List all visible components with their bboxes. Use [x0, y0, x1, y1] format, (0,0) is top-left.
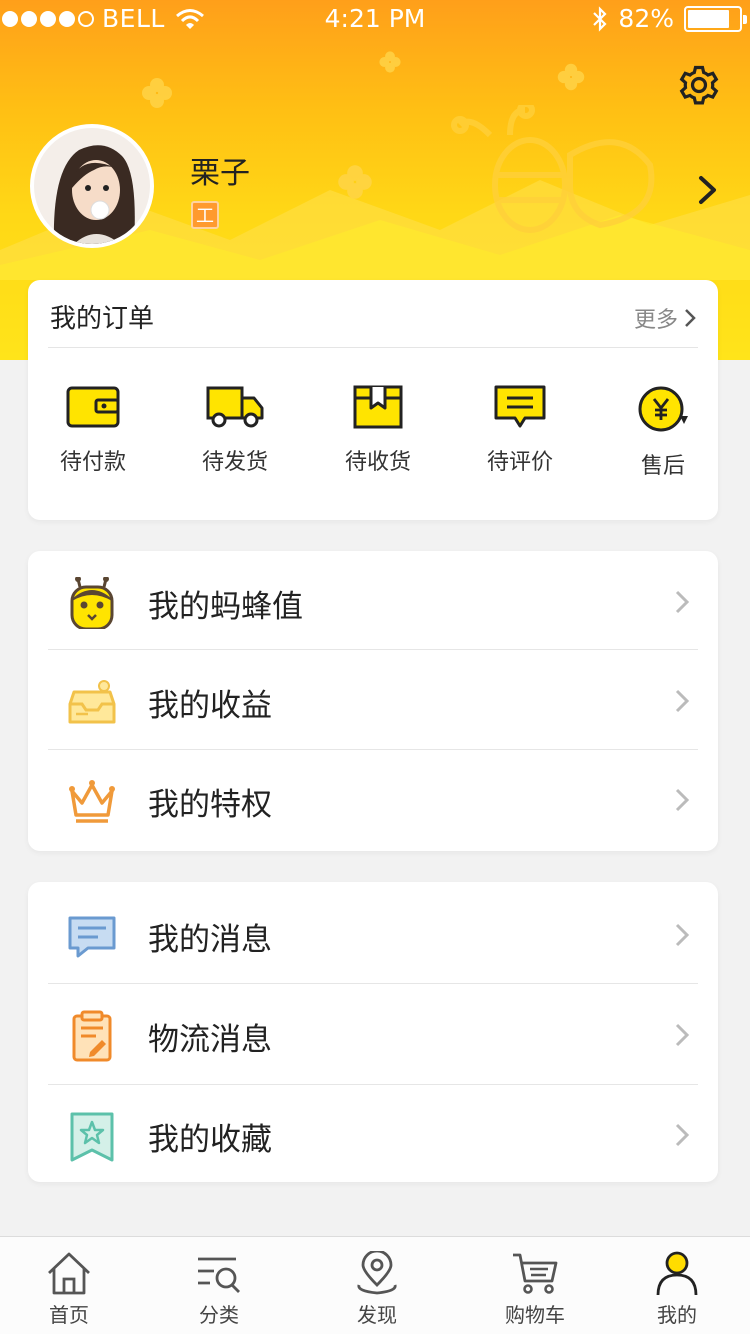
- flower-decoration-icon: [379, 51, 401, 73]
- menu-item-label: 我的收益: [148, 688, 272, 724]
- chevron-right-icon: [675, 689, 690, 713]
- bottom-tab-bar: 首页 分类 发现 购物车 我的: [0, 1236, 750, 1334]
- flower-decoration-icon: [142, 78, 172, 108]
- tab-label: 发现: [357, 1303, 397, 1327]
- avatar-portrait-image: [34, 128, 150, 244]
- user-level-badge: 工: [191, 201, 219, 229]
- order-label: 待发货: [201, 450, 268, 475]
- package-icon: [353, 385, 403, 429]
- avatar[interactable]: [30, 124, 154, 248]
- order-label: 待付款: [59, 450, 126, 475]
- order-pending-review[interactable]: 待评价: [455, 384, 585, 476]
- menu-item-label: 我的消息: [148, 922, 272, 958]
- flower-decoration-icon: [338, 165, 372, 199]
- order-label: 售后: [640, 454, 685, 479]
- battery-icon: [684, 5, 747, 32]
- chevron-right-icon: [685, 309, 696, 327]
- message-icon: [68, 916, 116, 958]
- chevron-right-icon: [675, 1123, 690, 1147]
- menu-item-label: 我的特权: [148, 787, 272, 823]
- chevron-right-icon: [675, 590, 690, 614]
- comment-icon: [494, 385, 546, 428]
- menu-item-logistics[interactable]: 物流消息: [28, 984, 718, 1084]
- bluetooth-icon: [593, 5, 607, 32]
- location-pin-icon: [357, 1251, 397, 1295]
- profile-chevron-right-icon[interactable]: [696, 174, 720, 206]
- status-bar: BELL 4:21 PM 82%: [0, 0, 750, 40]
- chevron-right-icon: [675, 1023, 690, 1047]
- orders-more-link[interactable]: 更多: [634, 302, 696, 334]
- battery-percent: 82%: [618, 4, 674, 33]
- user-icon: [656, 1251, 698, 1295]
- menu-group-messages: 我的消息 物流消息 我的收藏: [28, 882, 718, 1182]
- menu-item-earnings[interactable]: 我的收益: [28, 650, 718, 750]
- chevron-right-icon: [675, 788, 690, 812]
- order-after-sales[interactable]: 售后: [598, 384, 728, 480]
- category-search-icon: [198, 1257, 240, 1293]
- username[interactable]: 栗子: [190, 148, 250, 192]
- order-pending-receipt[interactable]: 待收货: [313, 384, 443, 476]
- yuan-refund-icon: [638, 386, 688, 432]
- menu-item-label: 我的收藏: [148, 1122, 272, 1158]
- order-pending-payment[interactable]: 待付款: [28, 384, 158, 476]
- divider: [48, 347, 698, 348]
- orders-more-label: 更多: [633, 308, 678, 333]
- tab-me[interactable]: 我的: [617, 1251, 737, 1328]
- order-label: 待收货: [344, 450, 411, 475]
- bee-icon: [70, 577, 114, 629]
- menu-item-label: 我的蚂蜂值: [148, 589, 303, 625]
- menu-item-favorites[interactable]: 我的收藏: [28, 1084, 718, 1184]
- menu-item-bee-points[interactable]: 我的蚂蜂值: [28, 551, 718, 651]
- tab-label: 首页: [49, 1303, 89, 1327]
- tab-label: 购物车: [505, 1303, 565, 1327]
- menu-item-label: 物流消息: [148, 1022, 272, 1058]
- settings-gear-icon[interactable]: [678, 64, 720, 106]
- menu-group-rewards: 我的蚂蜂值 我的收益 我的特权: [28, 551, 718, 851]
- tab-label: 分类: [199, 1303, 239, 1327]
- wallet-icon: [66, 386, 120, 428]
- truck-icon: [206, 386, 264, 428]
- chevron-right-icon: [675, 923, 690, 947]
- tab-home[interactable]: 首页: [9, 1251, 129, 1328]
- tab-category[interactable]: 分类: [159, 1251, 279, 1328]
- order-label: 待评价: [486, 450, 553, 475]
- inbox-icon: [68, 680, 116, 724]
- order-pending-shipment[interactable]: 待发货: [170, 384, 300, 476]
- menu-item-my-messages[interactable]: 我的消息: [28, 884, 718, 984]
- tab-discover[interactable]: 发现: [317, 1251, 437, 1328]
- orders-card: 我的订单 更多 待付款 待发货 待收货 待评价 售后: [28, 280, 718, 520]
- bee-watermark-icon: [451, 105, 655, 233]
- menu-item-privileges[interactable]: 我的特权: [28, 749, 718, 849]
- orders-title: 我的订单: [50, 304, 155, 334]
- flower-decoration-icon: [557, 63, 585, 91]
- clipboard-icon: [72, 1010, 112, 1062]
- crown-icon: [69, 780, 115, 823]
- cart-icon: [513, 1253, 558, 1294]
- tab-label: 我的: [657, 1303, 697, 1327]
- tab-cart[interactable]: 购物车: [475, 1251, 595, 1328]
- home-icon: [48, 1252, 90, 1295]
- bookmark-star-icon: [70, 1112, 114, 1162]
